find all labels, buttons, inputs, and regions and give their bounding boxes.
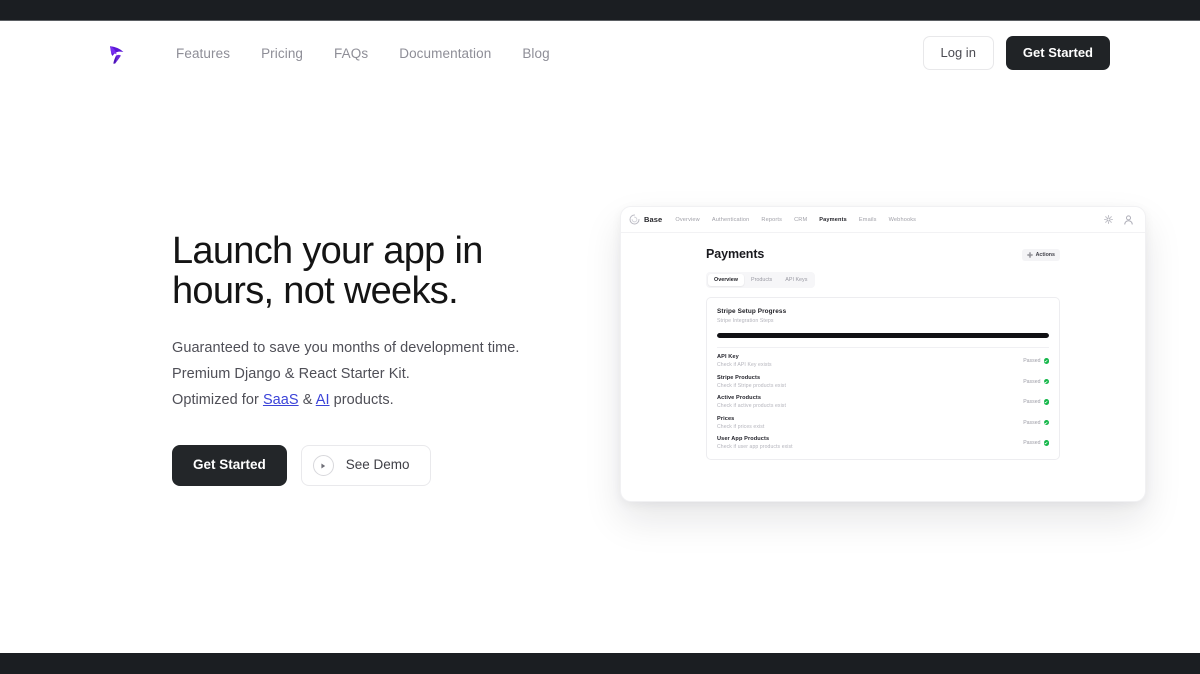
dashboard-nav-crm[interactable]: CRM bbox=[794, 217, 807, 223]
dashboard-content: Payments Actions Overview Products API K… bbox=[706, 247, 1060, 460]
check-name: API Key bbox=[717, 354, 739, 360]
hero-link-saas[interactable]: SaaS bbox=[263, 392, 299, 408]
check-description: Check if API Key exists bbox=[717, 362, 772, 368]
table-row: Prices Check if prices exist Passed bbox=[717, 409, 1049, 430]
base-swirl-logo-icon bbox=[629, 214, 640, 225]
check-text-group: Stripe Products Check if Stripe products… bbox=[717, 375, 786, 389]
stripe-setup-panel: Stripe Setup Progress Stripe Integration… bbox=[706, 297, 1060, 460]
hero-title-line-1: Launch your app in bbox=[172, 230, 483, 272]
hero-subtext-suffix: products. bbox=[329, 392, 394, 408]
dashboard-topbar-right bbox=[1104, 214, 1134, 225]
login-button[interactable]: Log in bbox=[922, 36, 994, 70]
dashboard-nav-webhooks[interactable]: Webhooks bbox=[889, 217, 917, 223]
hero-subtext-line-3: Optimized for SaaS & AI products. bbox=[172, 387, 592, 413]
nav-link-blog[interactable]: Blog bbox=[522, 46, 549, 61]
bird-logo-icon[interactable] bbox=[104, 42, 130, 68]
dashboard-brand[interactable]: Base bbox=[629, 214, 662, 225]
dashboard-tabs: Overview Products API Keys bbox=[706, 272, 816, 288]
actions-button[interactable]: Actions bbox=[1021, 249, 1060, 261]
check-name: Active Products bbox=[717, 395, 762, 401]
play-circle-icon bbox=[312, 455, 334, 476]
user-avatar-icon[interactable] bbox=[1123, 214, 1134, 225]
table-row: API Key Check if API Key exists Passed bbox=[717, 348, 1049, 368]
check-name: Prices bbox=[717, 415, 735, 422]
check-text-group: Prices Check if prices exist bbox=[717, 416, 764, 430]
check-status-text: Passed bbox=[1023, 378, 1041, 385]
check-circle-icon bbox=[1043, 440, 1049, 446]
dashboard-nav-emails[interactable]: Emails bbox=[859, 217, 877, 223]
check-circle-icon bbox=[1043, 358, 1049, 364]
get-started-nav-button[interactable]: Get Started bbox=[1005, 36, 1110, 70]
hero-cta-group: Get Started See Demo bbox=[172, 445, 592, 486]
hero-subtext: Guaranteed to save you months of develop… bbox=[172, 335, 592, 413]
check-status-text: Passed bbox=[1023, 440, 1041, 446]
nav-link-features[interactable]: Features bbox=[176, 46, 230, 61]
nav-link-documentation[interactable]: Documentation bbox=[399, 46, 491, 61]
check-description: Check if user app products exist bbox=[717, 444, 793, 450]
check-status-text: Passed bbox=[1023, 399, 1041, 405]
status-badge: Passed bbox=[1023, 379, 1049, 385]
check-text-group: API Key Check if API Key exists bbox=[717, 354, 772, 368]
gear-icon[interactable] bbox=[1104, 215, 1113, 224]
browser-chrome-top bbox=[0, 0, 1200, 20]
setup-progress-fill bbox=[717, 332, 1049, 338]
panel-subtitle: Stripe Integration Steps bbox=[717, 317, 774, 324]
check-circle-icon bbox=[1043, 378, 1049, 385]
check-circle-icon bbox=[1043, 399, 1049, 405]
page-canvas: Features Pricing FAQs Documentation Blog… bbox=[0, 21, 1200, 653]
table-row: Stripe Products Check if Stripe products… bbox=[717, 368, 1049, 389]
navbar-links: Features Pricing FAQs Documentation Blog bbox=[176, 21, 550, 85]
hero-link-ai[interactable]: AI bbox=[316, 392, 330, 408]
hero-subtext-mid: & bbox=[298, 392, 316, 408]
dashboard-page-title: Payments bbox=[706, 247, 765, 261]
hero-subtext-prefix: Optimized for bbox=[172, 392, 263, 408]
site-navbar: Features Pricing FAQs Documentation Blog… bbox=[0, 21, 1200, 85]
dashboard-nav-authentication[interactable]: Authentication bbox=[712, 217, 750, 223]
check-name: Stripe Products bbox=[717, 374, 761, 381]
dashboard-nav: Overview Authentication Reports CRM Paym… bbox=[675, 217, 916, 223]
check-text-group: Active Products Check if active products… bbox=[717, 395, 786, 409]
dashboard-nav-overview[interactable]: Overview bbox=[675, 217, 700, 223]
dashboard-topbar: Base Overview Authentication Reports CRM… bbox=[621, 207, 1145, 233]
see-demo-button[interactable]: See Demo bbox=[300, 445, 431, 486]
get-started-hero-button[interactable]: Get Started bbox=[172, 445, 287, 486]
check-name: User App Products bbox=[717, 436, 770, 442]
table-row: Active Products Check if active products… bbox=[717, 389, 1049, 409]
dashboard-header-row: Payments Actions bbox=[706, 247, 1060, 261]
check-status-text: Passed bbox=[1023, 358, 1041, 364]
tab-api-keys[interactable]: API Keys bbox=[779, 274, 813, 286]
check-description: Check if prices exist bbox=[717, 423, 765, 430]
hero-content: Launch your app in hours, not weeks. Gua… bbox=[172, 231, 592, 486]
hero-subtext-line-2: Premium Django & React Starter Kit. bbox=[172, 366, 410, 382]
dashboard-preview-card: Base Overview Authentication Reports CRM… bbox=[620, 206, 1146, 502]
tab-overview[interactable]: Overview bbox=[708, 274, 744, 286]
setup-progress-bar bbox=[717, 332, 1049, 338]
check-circle-icon bbox=[1043, 419, 1049, 426]
actions-button-label: Actions bbox=[1035, 252, 1055, 258]
status-badge: Passed bbox=[1023, 440, 1049, 446]
dashboard-brand-name: Base bbox=[644, 215, 663, 224]
browser-chrome-bottom bbox=[0, 653, 1200, 674]
check-description: Check if active products exist bbox=[717, 403, 786, 409]
see-demo-label: See Demo bbox=[345, 457, 410, 473]
table-row: User App Products Check if user app prod… bbox=[717, 430, 1049, 450]
hero-title-line-2: hours, not weeks. bbox=[172, 270, 459, 312]
nav-link-pricing[interactable]: Pricing bbox=[261, 46, 303, 61]
dashboard-nav-reports[interactable]: Reports bbox=[761, 217, 782, 223]
check-description: Check if Stripe products exist bbox=[717, 382, 786, 389]
dashboard-nav-payments[interactable]: Payments bbox=[819, 217, 847, 223]
navbar-actions: Log in Get Started bbox=[922, 21, 1110, 85]
dashboard-body: Payments Actions Overview Products API K… bbox=[621, 233, 1145, 460]
status-badge: Passed bbox=[1023, 399, 1049, 405]
check-status-text: Passed bbox=[1023, 419, 1041, 426]
page-title: Launch your app in hours, not weeks. bbox=[172, 231, 592, 311]
status-badge: Passed bbox=[1023, 420, 1049, 426]
status-badge: Passed bbox=[1023, 358, 1049, 364]
check-text-group: User App Products Check if user app prod… bbox=[717, 436, 793, 450]
panel-title: Stripe Setup Progress bbox=[717, 308, 787, 315]
gear-icon bbox=[1026, 252, 1033, 258]
tab-products[interactable]: Products bbox=[745, 274, 778, 286]
nav-link-faqs[interactable]: FAQs bbox=[334, 46, 368, 61]
hero-subtext-line-1: Guaranteed to save you months of develop… bbox=[172, 340, 520, 356]
